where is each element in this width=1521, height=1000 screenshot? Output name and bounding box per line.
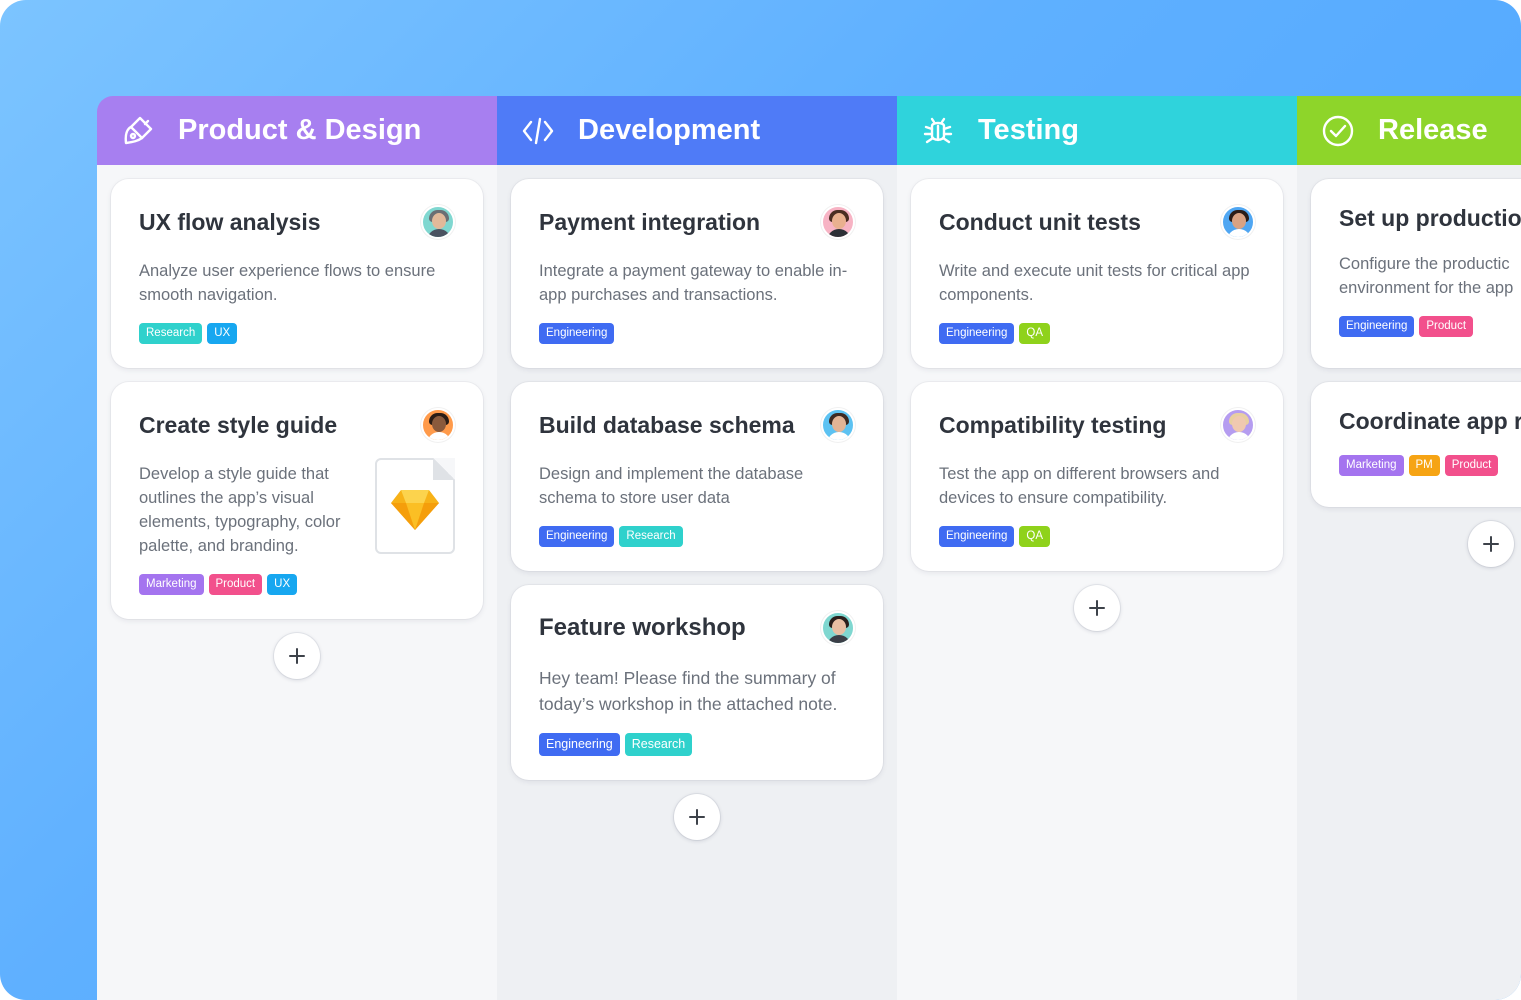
bug-icon	[921, 114, 955, 148]
tag-list: Engineering Product	[1339, 316, 1521, 337]
tag-list: Engineering	[539, 323, 855, 344]
task-card[interactable]: Coordinate app r Marketing PM Product	[1311, 382, 1521, 507]
task-card[interactable]: UX flow analysis Analyze user experience…	[111, 179, 483, 368]
column-body: Conduct unit tests Write and execute uni…	[897, 165, 1297, 1000]
avatar[interactable]	[821, 408, 855, 442]
sketch-file-icon[interactable]	[375, 458, 455, 554]
avatar[interactable]	[821, 205, 855, 239]
tag-product[interactable]: Product	[208, 574, 263, 595]
tag-engineering[interactable]: Engineering	[539, 733, 620, 756]
card-title: Compatibility testing	[939, 411, 1167, 438]
avatar[interactable]	[421, 205, 455, 239]
tag-research[interactable]: Research	[139, 323, 203, 344]
column-header-product-design[interactable]: Product & Design	[97, 96, 497, 165]
task-card[interactable]: Conduct unit tests Write and execute uni…	[911, 179, 1283, 368]
tag-product[interactable]: Product	[1419, 316, 1474, 337]
avatar[interactable]	[1221, 205, 1255, 239]
card-description: Design and implement the database schema…	[539, 465, 804, 507]
task-card[interactable]: Feature workshop Hey team! Please find t…	[511, 585, 883, 780]
add-card-button[interactable]	[674, 794, 720, 840]
tag-engineering[interactable]: Engineering	[539, 323, 615, 344]
column-header-testing[interactable]: Testing	[897, 96, 1297, 165]
add-card-button[interactable]	[1468, 521, 1514, 567]
task-card[interactable]: Create style guide Develop a style guide…	[111, 382, 483, 619]
column-body: Set up productio Configure the productic…	[1297, 165, 1521, 1000]
task-card[interactable]: Compatibility testing Test the app on di…	[911, 382, 1283, 571]
avatar[interactable]	[421, 408, 455, 442]
card-title: Payment integration	[539, 208, 761, 235]
column-development: Development Payment integration Integrat…	[497, 96, 897, 1000]
column-title: Development	[578, 114, 761, 146]
tag-list: Engineering QA	[939, 526, 1255, 547]
card-title: Conduct unit tests	[939, 208, 1141, 235]
card-description: Analyze user experience flows to ensure …	[139, 262, 436, 304]
column-product-design: Product & Design UX flow analysis Analyz…	[97, 96, 497, 1000]
column-release: Release Set up productio Configure the p…	[1297, 96, 1521, 1000]
avatar[interactable]	[821, 611, 855, 645]
tag-list: Marketing Product UX	[139, 574, 455, 595]
column-body: Payment integration Integrate a payment …	[497, 165, 897, 1000]
add-card-button[interactable]	[274, 633, 320, 679]
tag-qa[interactable]: QA	[1019, 323, 1051, 344]
card-title: Create style guide	[139, 411, 338, 438]
card-description: Configure the productic environment for …	[1339, 255, 1514, 297]
tag-marketing[interactable]: Marketing	[1339, 455, 1404, 476]
tag-list: Marketing PM Product	[1339, 455, 1521, 476]
tag-list: Engineering Research	[539, 733, 855, 756]
tag-qa[interactable]: QA	[1019, 526, 1051, 547]
tag-engineering[interactable]: Engineering	[939, 526, 1015, 547]
tag-research[interactable]: Research	[619, 526, 683, 547]
tag-product[interactable]: Product	[1444, 455, 1499, 476]
column-title: Release	[1378, 114, 1488, 146]
tag-list: Engineering QA	[939, 323, 1255, 344]
tag-research[interactable]: Research	[624, 733, 693, 756]
card-description: Integrate a payment gateway to enable in…	[539, 262, 848, 304]
column-title: Testing	[978, 114, 1079, 146]
card-title: Coordinate app r	[1339, 408, 1521, 434]
add-card-button[interactable]	[1074, 585, 1120, 631]
card-title: Set up productio	[1339, 205, 1521, 231]
tag-engineering[interactable]: Engineering	[1339, 316, 1415, 337]
task-card[interactable]: Set up productio Configure the productic…	[1311, 179, 1521, 368]
card-title: UX flow analysis	[139, 208, 321, 235]
tag-pm[interactable]: PM	[1408, 455, 1440, 476]
check-circle-icon	[1321, 114, 1355, 148]
card-description: Write and execute unit tests for critica…	[939, 262, 1250, 304]
column-testing: Testing Conduct unit tests Write and exe…	[897, 96, 1297, 1000]
tag-engineering[interactable]: Engineering	[939, 323, 1015, 344]
tag-engineering[interactable]: Engineering	[539, 526, 615, 547]
code-icon	[521, 114, 555, 148]
card-title: Build database schema	[539, 411, 795, 438]
column-body: UX flow analysis Analyze user experience…	[97, 165, 497, 1000]
column-header-development[interactable]: Development	[497, 96, 897, 165]
card-description: Hey team! Please find the summary of tod…	[539, 668, 838, 714]
card-title: Feature workshop	[539, 614, 746, 641]
tag-list: Research UX	[139, 323, 455, 344]
paint-brush-icon	[121, 114, 155, 148]
app-window: Product & Design UX flow analysis Analyz…	[0, 0, 1521, 1000]
column-header-release[interactable]: Release	[1297, 96, 1521, 165]
tag-ux[interactable]: UX	[207, 323, 238, 344]
kanban-board: Product & Design UX flow analysis Analyz…	[97, 96, 1521, 1000]
tag-list: Engineering Research	[539, 526, 855, 547]
column-title: Product & Design	[178, 114, 422, 146]
avatar[interactable]	[1221, 408, 1255, 442]
task-card[interactable]: Build database schema Design and impleme…	[511, 382, 883, 571]
card-description: Develop a style guide that outlines the …	[139, 465, 341, 555]
card-description: Test the app on different browsers and d…	[939, 465, 1220, 507]
task-card[interactable]: Payment integration Integrate a payment …	[511, 179, 883, 368]
tag-ux[interactable]: UX	[267, 574, 298, 595]
tag-marketing[interactable]: Marketing	[139, 574, 204, 595]
